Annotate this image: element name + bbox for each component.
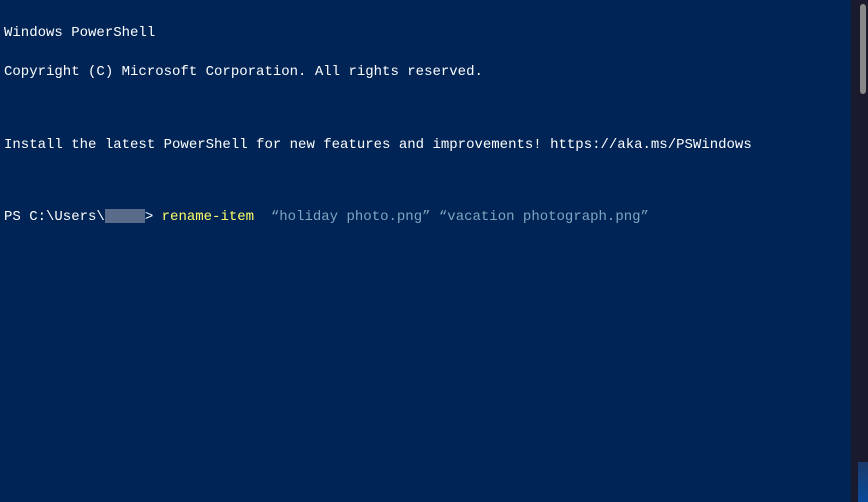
- command-args: “holiday photo.png” “vacation photograph…: [271, 209, 649, 225]
- command-prompt-line[interactable]: PS C:\Users\ > rename-item “holiday photo…: [4, 209, 649, 225]
- blank-line: [4, 102, 864, 116]
- terminal-output[interactable]: Windows PowerShell Copyright (C) Microso…: [0, 0, 868, 232]
- cmdlet-name: rename-item: [162, 209, 254, 225]
- copyright-text: Copyright (C) Microsoft Corporation. All…: [4, 63, 864, 83]
- spacer: [254, 209, 271, 225]
- install-message: Install the latest PowerShell for new fe…: [4, 136, 864, 156]
- redacted-username: [105, 209, 145, 223]
- powershell-header: Windows PowerShell: [4, 24, 864, 44]
- window-edge-accent: [858, 462, 868, 502]
- prompt-prefix: PS C:\Users\: [4, 209, 105, 225]
- prompt-suffix: >: [145, 209, 162, 225]
- blank-line: [4, 175, 864, 189]
- vertical-scrollbar[interactable]: [851, 0, 868, 502]
- scrollbar-thumb[interactable]: [860, 4, 866, 94]
